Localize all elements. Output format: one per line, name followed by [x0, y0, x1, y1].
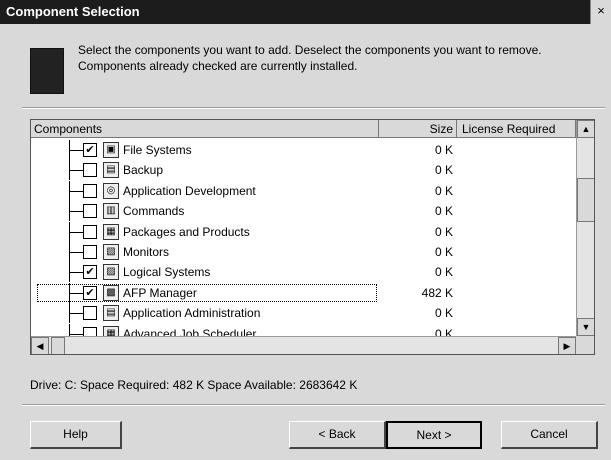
tree-branch — [69, 211, 83, 213]
file-systems-icon: ▣ — [103, 142, 119, 158]
component-size: 0 K — [434, 306, 453, 321]
component-name: AFP Manager — [123, 285, 197, 300]
scroll-right-icon[interactable]: ▶ — [558, 337, 576, 354]
component-checkbox[interactable]: ✔ — [83, 265, 97, 280]
scrollbar-corner — [576, 336, 594, 354]
list-item[interactable]: ▦ Packages and Products 0 K — [31, 221, 576, 242]
app-dev-icon: ◎ — [103, 182, 119, 199]
help-button[interactable]: Help — [30, 421, 122, 449]
component-checkbox[interactable] — [83, 163, 97, 178]
component-name: Packages and Products — [123, 224, 250, 239]
component-name: Logical Systems — [123, 265, 211, 280]
component-size: 0 K — [434, 224, 453, 239]
list-item[interactable]: ▥ Commands 0 K — [31, 201, 576, 222]
list-item[interactable]: ▧ Monitors 0 K — [31, 242, 576, 262]
component-name: Commands — [123, 204, 185, 219]
component-checkbox[interactable] — [83, 245, 97, 259]
component-checkbox[interactable] — [83, 204, 97, 219]
scroll-left-icon[interactable]: ◀ — [31, 337, 49, 354]
component-size: 0 K — [434, 143, 453, 157]
component-checkbox[interactable]: ✔ — [83, 285, 97, 300]
back-button[interactable]: < Back — [289, 421, 386, 449]
component-size: 0 K — [434, 265, 453, 280]
monitors-icon: ▧ — [103, 244, 119, 260]
tree-branch — [69, 333, 83, 335]
close-icon[interactable]: × — [590, 0, 611, 24]
component-size: 0 K — [434, 204, 453, 219]
app-admin-icon: ▤ — [103, 305, 119, 322]
component-size: 0 K — [434, 183, 453, 198]
tree-branch — [69, 231, 83, 233]
divider — [22, 107, 605, 109]
component-checkbox[interactable] — [83, 224, 97, 239]
horizontal-scroll-thumb[interactable] — [51, 337, 65, 354]
component-name: Application Development — [123, 183, 256, 198]
column-header-components[interactable]: Components — [31, 120, 379, 138]
list-item[interactable]: ✔ ▨ Logical Systems 0 K — [31, 262, 576, 283]
window-title: Component Selection — [6, 4, 140, 19]
component-checkbox[interactable] — [83, 306, 97, 321]
component-size: 482 K — [421, 285, 453, 300]
afp-manager-icon: ▩ — [103, 284, 119, 301]
column-header-size[interactable]: Size — [379, 120, 457, 138]
cancel-button[interactable]: Cancel — [501, 421, 598, 449]
component-name: File Systems — [123, 143, 192, 157]
tree-branch — [69, 190, 83, 192]
tree-branch — [69, 150, 83, 151]
component-size: 0 K — [434, 163, 453, 178]
list-item[interactable]: ◎ Application Development 0 K — [31, 180, 576, 201]
vertical-scroll-thumb[interactable] — [577, 178, 594, 222]
next-button[interactable]: Next > — [386, 421, 482, 449]
disk-space-status: Drive: C: Space Required: 482 K Space Av… — [30, 378, 358, 392]
instructions-text: Select the components you want to add. D… — [78, 43, 542, 73]
column-header-license[interactable]: License Required — [457, 120, 576, 138]
title-bar: Component Selection × — [0, 0, 611, 24]
components-list[interactable]: Components Size License Required ✔ ▣ File … — [30, 119, 595, 355]
tree-branch — [69, 252, 83, 253]
component-name: Monitors — [123, 245, 170, 259]
list-item[interactable]: ▤ Application Administration 0 K — [31, 303, 576, 324]
logical-systems-icon: ▨ — [103, 264, 119, 281]
scroll-down-icon[interactable]: ▼ — [577, 318, 594, 336]
component-name: Backup — [123, 163, 164, 178]
tree-branch — [69, 272, 83, 274]
commands-icon: ▥ — [103, 203, 119, 220]
list-item[interactable]: ✔ ▩ AFP Manager 482 K — [31, 282, 576, 303]
scroll-up-icon[interactable]: ▲ — [577, 120, 594, 138]
component-checkbox[interactable]: ✔ — [83, 143, 97, 157]
vertical-scrollbar[interactable]: ▲ ▼ — [576, 120, 594, 336]
component-name: Application Administration — [123, 306, 261, 321]
horizontal-scrollbar[interactable]: ◀ ▶ — [31, 336, 576, 354]
list-item[interactable]: ✔ ▣ File Systems 0 K — [31, 140, 576, 160]
component-checkbox[interactable] — [83, 183, 97, 198]
wizard-graphic-icon — [30, 48, 64, 94]
backup-icon: ▤ — [103, 162, 119, 179]
component-size: 0 K — [434, 245, 453, 259]
divider — [22, 404, 605, 406]
tree-branch — [69, 313, 83, 315]
packages-icon: ▦ — [103, 223, 119, 240]
list-item[interactable]: ▤ Backup 0 K — [31, 160, 576, 181]
tree-branch — [69, 170, 83, 172]
